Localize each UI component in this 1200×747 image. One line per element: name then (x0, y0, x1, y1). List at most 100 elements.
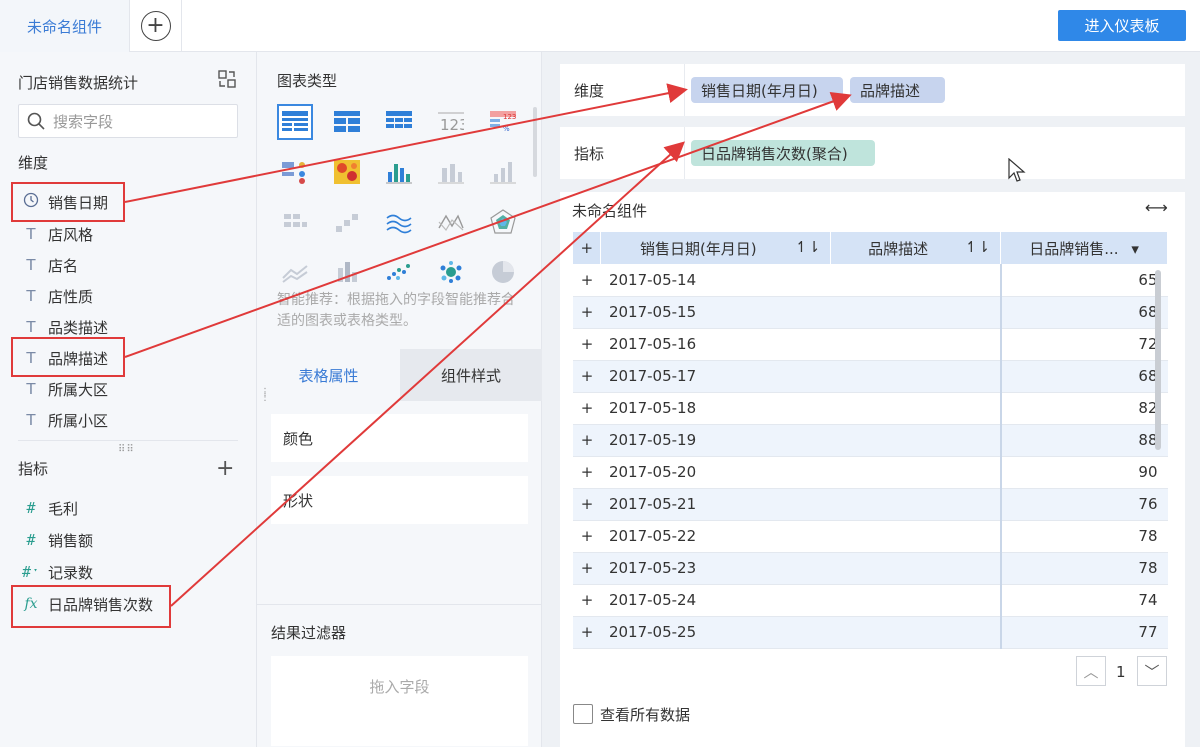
radar-chart-icon[interactable] (485, 204, 521, 240)
stacked-column-icon[interactable] (329, 254, 365, 290)
scatter-chart-icon[interactable] (381, 254, 417, 290)
expand-row-button[interactable]: + (573, 360, 601, 393)
cell-date: 2017-05-21 (600, 488, 831, 521)
sort-icon[interactable]: ↿⇂ (795, 238, 830, 256)
highlight-box (11, 337, 125, 377)
stair-chart-icon[interactable] (329, 204, 365, 240)
tab-unnamed-widget[interactable]: 未命名组件 (0, 0, 130, 52)
field-store-name[interactable]: T 店名 (22, 253, 78, 277)
area-line-icon[interactable] (433, 204, 469, 240)
line-chart-icon[interactable] (381, 204, 417, 240)
field-region[interactable]: T 所属大区 (22, 377, 108, 401)
color-property[interactable]: 颜色 (271, 414, 528, 462)
view-all-checkbox[interactable] (573, 704, 593, 724)
matrix-icon[interactable] (277, 204, 313, 240)
expand-row-button[interactable]: + (573, 456, 601, 489)
add-metric-button[interactable]: + (216, 456, 234, 481)
field-subregion[interactable]: T 所属小区 (22, 408, 108, 432)
field-sales-amount[interactable]: # 销售额 (22, 528, 93, 552)
table-row[interactable]: +2017-05-22 78 (573, 520, 1168, 553)
column-chart-icon[interactable] (485, 154, 521, 190)
tab-widget-style[interactable]: 组件样式 (400, 349, 542, 401)
prev-page-button[interactable]: ︿ (1076, 656, 1106, 686)
dimension-section-label: 维度 (18, 154, 49, 172)
dropdown-icon[interactable]: ▾ (1123, 240, 1139, 258)
expand-row-button[interactable]: + (573, 616, 601, 649)
bubble-chart-icon[interactable] (433, 254, 469, 290)
dot-map-icon[interactable] (277, 154, 313, 190)
number-card-icon[interactable]: 123 (433, 104, 469, 140)
grouped-table-icon[interactable] (329, 104, 365, 140)
bar-chart-icon[interactable] (433, 154, 469, 190)
column-header-date[interactable]: 销售日期(年月日) ↿⇂ (600, 232, 832, 264)
table-row[interactable]: +2017-05-19 88 (573, 424, 1168, 457)
heat-map-icon[interactable] (329, 154, 365, 190)
multi-line-icon[interactable] (277, 254, 313, 290)
table-row[interactable]: +2017-05-23 78 (573, 552, 1168, 585)
field-record-count[interactable]: #ˑ 记录数 (22, 560, 93, 584)
field-gross-profit[interactable]: # 毛利 (22, 496, 78, 520)
expand-row-button[interactable]: + (573, 584, 601, 617)
cell-date: 2017-05-20 (600, 456, 831, 489)
expand-row-button[interactable]: + (573, 296, 601, 329)
expand-all-button[interactable]: + (573, 232, 602, 264)
widget-title: 未命名组件 (572, 202, 648, 220)
table-row[interactable]: +2017-05-14 65 (573, 264, 1168, 297)
section-divider (257, 604, 542, 605)
table-row[interactable]: +2017-05-25 77 (573, 616, 1168, 649)
expand-row-button[interactable]: + (573, 552, 601, 585)
scrollbar[interactable] (1155, 270, 1161, 450)
metric-pill-daily-brand-sales[interactable]: 日品牌销售次数(聚合) (691, 140, 875, 166)
column-header-brand[interactable]: 品牌描述 ↿⇂ (830, 232, 1002, 264)
dimension-shelf[interactable]: 维度 销售日期(年月日) 品牌描述 (560, 64, 1185, 116)
field-store-style[interactable]: T 店风格 (22, 222, 93, 246)
dimension-pill-date[interactable]: 销售日期(年月日) (691, 77, 843, 103)
column-header-metric[interactable]: 日品牌销售... ▾ (1000, 232, 1168, 264)
search-input[interactable]: 搜索字段 (18, 104, 238, 138)
dot-chart-icon[interactable] (381, 154, 417, 190)
view-all-label: 查看所有数据 (600, 706, 691, 724)
cell-value: 78 (999, 552, 1168, 585)
field-label: 销售额 (48, 531, 94, 550)
add-tab-button[interactable]: + (130, 0, 182, 52)
drag-handle-icon[interactable]: ⠿⠿ (118, 444, 138, 455)
pie-chart-icon[interactable] (485, 254, 521, 290)
kpi-icon[interactable]: 123% (485, 104, 521, 140)
cell-brand (830, 264, 1001, 297)
dimension-pill-brand[interactable]: 品牌描述 (850, 77, 945, 103)
filter-drop-zone[interactable]: 拖入字段 (271, 656, 528, 746)
table-row[interactable]: +2017-05-18 82 (573, 392, 1168, 425)
enter-dashboard-button[interactable]: 进入仪表板 (1058, 10, 1186, 41)
field-category-desc[interactable]: T 品类描述 (22, 315, 108, 339)
metric-shelf[interactable]: 指标 日品牌销售次数(聚合) (560, 127, 1185, 179)
switch-dataset-icon[interactable] (218, 70, 236, 88)
table-row[interactable]: +2017-05-20 90 (573, 456, 1168, 489)
table-chart-icon[interactable] (277, 104, 313, 140)
field-store-nature[interactable]: T 店性质 (22, 284, 93, 308)
expand-row-button[interactable]: + (573, 328, 601, 361)
cell-date: 2017-05-14 (600, 264, 831, 297)
cross-table-icon[interactable] (381, 104, 417, 140)
shape-property[interactable]: 形状 (271, 476, 528, 524)
expand-row-button[interactable]: + (573, 488, 601, 521)
scrollbar[interactable] (533, 107, 537, 177)
next-page-button[interactable]: ﹀ (1137, 656, 1167, 686)
sort-icon[interactable]: ↿⇂ (965, 238, 1000, 256)
text-type-icon: T (26, 256, 36, 274)
expand-row-button[interactable]: + (573, 520, 601, 553)
drop-hint: 拖入字段 (369, 678, 430, 696)
table-row[interactable]: +2017-05-15 68 (573, 296, 1168, 329)
cell-value: 68 (999, 360, 1168, 393)
expand-row-button[interactable]: + (573, 264, 601, 297)
expand-row-button[interactable]: + (573, 392, 601, 425)
table-row[interactable]: +2017-05-24 74 (573, 584, 1168, 617)
highlight-box (11, 182, 125, 222)
expand-row-button[interactable]: + (573, 424, 601, 457)
fit-width-icon[interactable]: ⟷ (1145, 198, 1168, 217)
resize-grip-icon[interactable]: ⋮ ⋮ (260, 388, 270, 403)
table-row[interactable]: +2017-05-17 68 (573, 360, 1168, 393)
table-row[interactable]: +2017-05-16 72 (573, 328, 1168, 361)
text-type-icon: T (26, 287, 36, 305)
table-row[interactable]: +2017-05-21 76 (573, 488, 1168, 521)
tab-table-properties[interactable]: 表格属性 (257, 349, 400, 401)
